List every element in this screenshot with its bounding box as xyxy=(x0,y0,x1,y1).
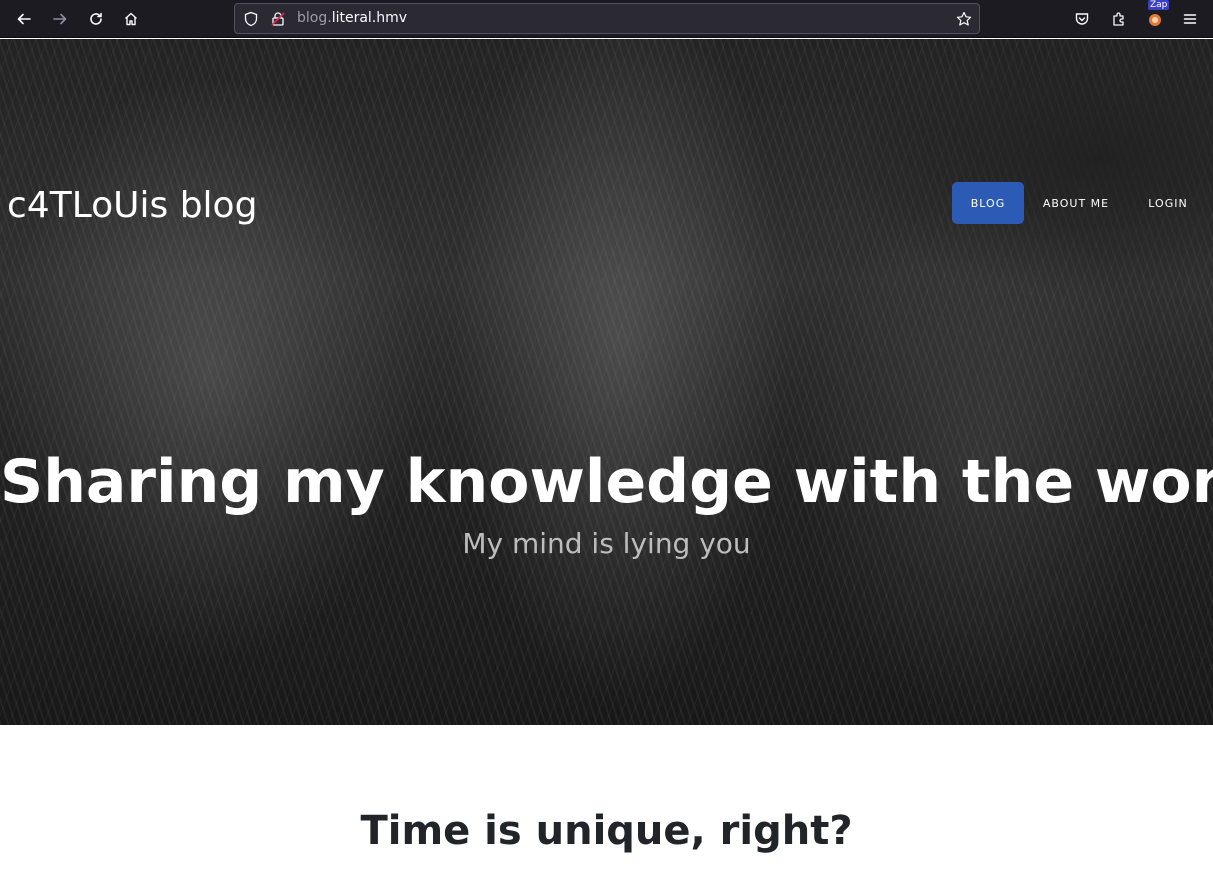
extensions-icon xyxy=(1113,12,1124,26)
back-button[interactable] xyxy=(9,4,39,34)
shield-icon[interactable] xyxy=(242,10,260,28)
url-domain: literal.hmv xyxy=(331,10,408,26)
bookmark-star-icon[interactable] xyxy=(955,10,973,28)
menu-icon xyxy=(1183,14,1197,24)
url-bar[interactable]: blog.literal.hmv xyxy=(234,3,980,34)
zap-badge: Zap xyxy=(1148,0,1170,10)
hero-title: Sharing my knowledge with the world xyxy=(0,447,1213,517)
hero-header: c4TLoUis blog BLOG ABOUT ME LOGIN Sharin… xyxy=(0,39,1213,725)
nav-login[interactable]: LOGIN xyxy=(1136,182,1200,224)
home-button[interactable] xyxy=(116,4,146,34)
zap-extension-button[interactable]: Zap xyxy=(1140,0,1170,34)
zap-icon xyxy=(1149,14,1161,26)
post-title[interactable]: Time is unique, right? xyxy=(0,808,1213,854)
site-brand[interactable]: c4TLoUis blog xyxy=(7,185,257,226)
insecure-lock-icon[interactable] xyxy=(269,10,287,28)
forward-icon xyxy=(53,13,67,25)
pocket-icon xyxy=(1075,13,1089,25)
browser-toolbar: blog.literal.hmv Zap xyxy=(0,0,1213,38)
url-subdomain: blog. xyxy=(297,10,332,26)
forward-button[interactable] xyxy=(45,4,75,34)
home-icon xyxy=(125,12,137,26)
reload-icon xyxy=(90,12,102,25)
extensions-button[interactable] xyxy=(1104,4,1134,34)
hero-subtitle: My mind is lying you xyxy=(462,527,751,560)
url-text[interactable]: blog.literal.hmv xyxy=(297,10,407,26)
pocket-button[interactable] xyxy=(1067,4,1097,34)
app-menu-button[interactable] xyxy=(1175,4,1205,34)
nav-blog[interactable]: BLOG xyxy=(952,182,1024,224)
back-icon xyxy=(17,13,31,25)
nav-about-me[interactable]: ABOUT ME xyxy=(1032,182,1120,224)
reload-button[interactable] xyxy=(81,4,111,34)
